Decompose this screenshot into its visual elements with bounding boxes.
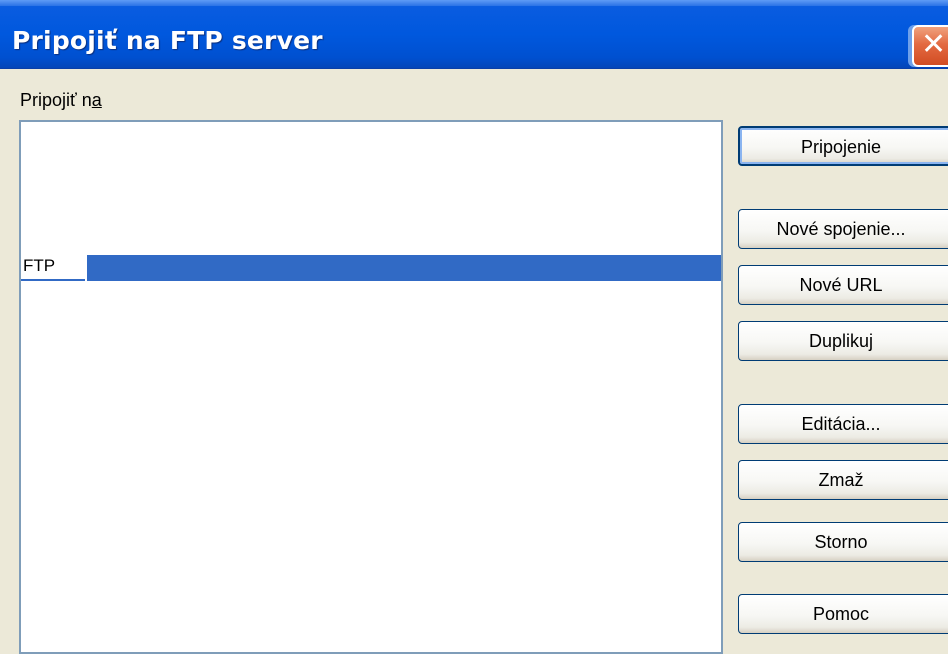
title-bar-edge [0, 0, 948, 6]
delete-button-label: Zmaž [818, 470, 864, 490]
new-connection-button[interactable]: Nové spojenie... [738, 209, 948, 249]
ftp-connect-dialog: Pripojiť na FTP server ✕ Pripojiť na FTP… [0, 0, 948, 654]
connect-to-label-text: Pripojiť n [20, 90, 92, 110]
duplicate-button[interactable]: Duplikuj [738, 321, 948, 361]
new-url-button-label: Nové URL [799, 275, 883, 295]
new-connection-button-label: Nové spojenie... [776, 219, 906, 239]
help-button[interactable]: Pomoc [738, 594, 948, 634]
edit-button-label: Editácia... [801, 414, 881, 434]
close-button[interactable]: ✕ [912, 25, 948, 67]
connect-to-label-mnemonic: a [91, 90, 102, 110]
connect-to-label: Pripojiť na [20, 90, 102, 111]
connect-button[interactable]: Pripojenie [738, 126, 948, 166]
cancel-button-label: Storno [814, 532, 868, 552]
connect-button-label: Pripojenie [800, 137, 882, 157]
list-item-focus-line [21, 279, 85, 281]
window-title: Pripojiť na FTP server [12, 26, 323, 55]
edit-button[interactable]: Editácia... [738, 404, 948, 444]
list-item-selection-highlight [87, 255, 721, 281]
delete-button[interactable]: Zmaž [738, 460, 948, 500]
new-url-button[interactable]: Nové URL [738, 265, 948, 305]
list-item-label: FTP [23, 256, 56, 275]
server-list[interactable]: FTP [19, 120, 723, 654]
duplicate-button-label: Duplikuj [808, 331, 874, 351]
list-item-ftp[interactable]: FTP [21, 255, 721, 281]
title-bar[interactable]: Pripojiť na FTP server ✕ [0, 0, 948, 69]
close-icon: ✕ [921, 27, 947, 62]
help-button-label: Pomoc [812, 604, 870, 624]
cancel-button[interactable]: Storno [738, 522, 948, 562]
